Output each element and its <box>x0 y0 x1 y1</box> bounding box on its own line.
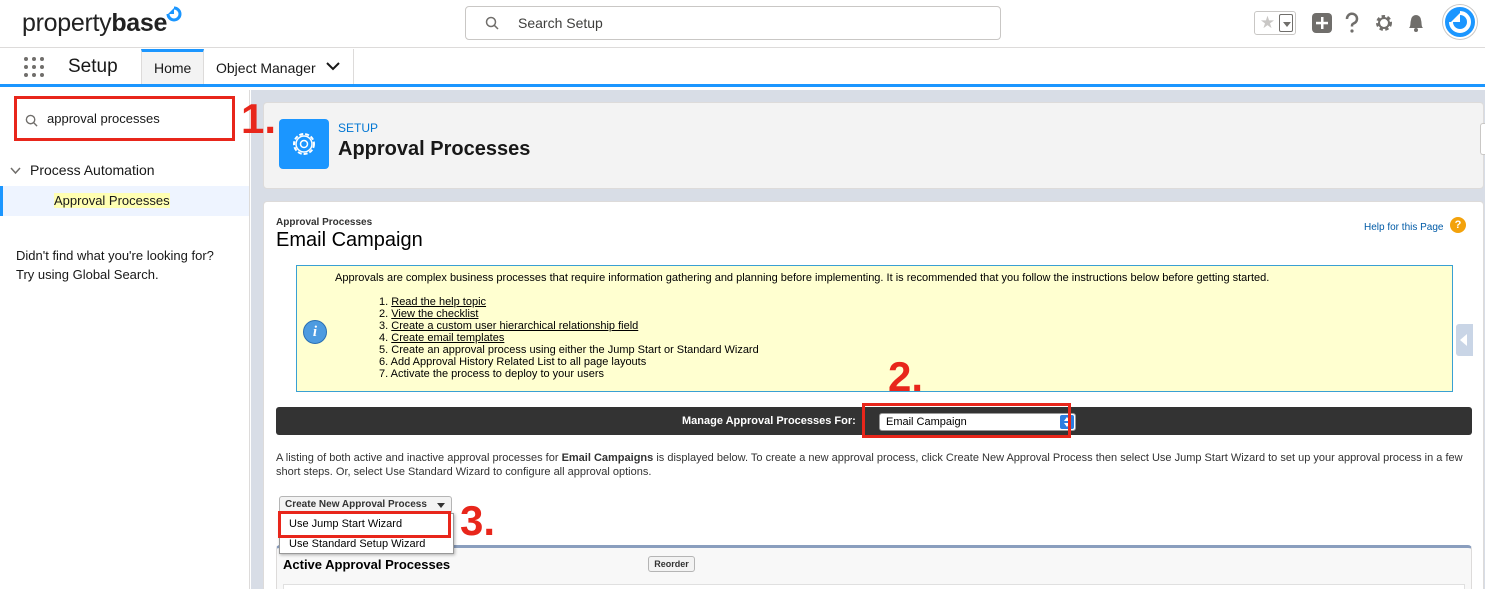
info-box: i Approvals are complex business process… <box>296 265 1453 392</box>
manage-label: Manage Approval Processes For: <box>682 415 856 427</box>
tree-item-approval-processes[interactable]: Approval Processes <box>0 186 249 216</box>
avatar-logo-icon <box>1449 11 1471 33</box>
step-item: 6. Add Approval History Related List to … <box>379 356 647 368</box>
menu-item-label: Use Standard Setup Wizard <box>289 538 426 550</box>
add-icon[interactable] <box>1311 12 1333 34</box>
step-link-help-topic[interactable]: Read the help topic <box>391 296 486 308</box>
page-header-kicker[interactable]: SETUP <box>338 121 378 135</box>
star-icon: ★ <box>1259 13 1276 32</box>
app-root: propertybase Search Setup ★ Setup Home O… <box>0 0 1485 589</box>
info-intro-text: Approvals are complex business processes… <box>335 272 1270 284</box>
not-found-line-2: Try using Global Search. <box>16 267 159 282</box>
tree-item-label: Approval Processes <box>54 193 170 208</box>
active-approval-processes-section: Active Approval Processes Reorder <box>276 545 1472 589</box>
search-placeholder: Search Setup <box>518 15 603 31</box>
active-approval-title: Active Approval Processes <box>283 557 451 572</box>
tab-home[interactable]: Home <box>141 49 204 84</box>
app-launcher-icon[interactable] <box>24 57 46 79</box>
callout-number-2: 2. <box>888 353 924 400</box>
tree-category-label: Process Automation <box>30 162 155 178</box>
info-icon: i <box>303 320 327 344</box>
step-link-hierarchical-field[interactable]: Create a custom user hierarchical relati… <box>391 320 638 332</box>
callout-number-1: 1. <box>241 95 277 142</box>
help-question-icon[interactable]: ? <box>1450 217 1466 233</box>
reorder-button[interactable]: Reorder <box>648 556 695 572</box>
description-text: A listing of both active and inactive ap… <box>276 452 1463 478</box>
chevron-down-icon <box>10 167 21 175</box>
step-item: 2. View the checklist <box>379 308 479 320</box>
tab-object-manager[interactable]: Object Manager <box>204 49 354 84</box>
search-icon <box>485 16 499 30</box>
logo-text-light: property <box>22 9 112 37</box>
page-header-edge-handle[interactable] <box>1480 123 1485 155</box>
favorites-dropdown-icon[interactable] <box>1279 14 1293 32</box>
callout-number-3: 3. <box>460 497 496 544</box>
step-link-email-templates[interactable]: Create email templates <box>391 332 504 344</box>
setup-gear-icon <box>279 119 329 169</box>
search-icon <box>25 114 38 127</box>
app-name: Setup <box>68 56 118 77</box>
collapse-side-tab[interactable] <box>1456 324 1473 356</box>
not-found-line-1: Didn't find what you're looking for? <box>16 248 214 263</box>
notifications-bell-icon[interactable] <box>1405 12 1427 34</box>
step-item: 1. Read the help topic <box>379 296 487 308</box>
active-approval-table <box>283 584 1465 589</box>
tab-home-label: Home <box>154 60 192 76</box>
setup-sidebar: approval processes Process Automation Ap… <box>0 90 250 589</box>
logo-text-bold: base <box>111 9 168 37</box>
step-item: 4. Create email templates <box>379 332 505 344</box>
step-link-checklist[interactable]: View the checklist <box>391 308 478 320</box>
callout-box-2 <box>862 403 1071 438</box>
content-kicker: Approval Processes <box>276 217 373 228</box>
user-avatar[interactable] <box>1443 5 1477 39</box>
step-item: 7. Activate the process to deploy to you… <box>379 368 605 380</box>
help-for-this-page-link[interactable]: Help for this Page <box>1364 222 1444 233</box>
favorites-button[interactable]: ★ <box>1254 11 1296 35</box>
callout-box-3 <box>278 511 451 538</box>
global-search-input[interactable]: Search Setup <box>465 6 1001 40</box>
quick-find-input[interactable]: approval processes <box>14 96 235 141</box>
content-title: Email Campaign <box>276 229 423 251</box>
step-text: Add Approval History Related List to all… <box>390 356 647 368</box>
help-icon[interactable] <box>1341 12 1363 34</box>
create-button-label: Create New Approval Process <box>285 499 427 510</box>
context-nav-bar: Setup Home Object Manager <box>0 49 1485 87</box>
chevron-down-icon[interactable] <box>326 61 340 71</box>
step-text: Activate the process to deploy to your u… <box>390 368 605 380</box>
gear-icon[interactable] <box>1373 12 1395 34</box>
step-text: Create an approval process using either … <box>391 344 759 356</box>
tab-object-manager-label: Object Manager <box>216 60 316 76</box>
global-header: propertybase Search Setup ★ <box>0 0 1485 48</box>
page-header: SETUP Approval Processes <box>263 102 1485 189</box>
page-title: Approval Processes <box>338 138 531 160</box>
step-item: 3. Create a custom user hierarchical rel… <box>379 320 639 332</box>
logo-mark-icon <box>166 6 182 22</box>
step-item: 5. Create an approval process using eith… <box>379 344 759 356</box>
steps-list: 1. Read the help topic 2. View the check… <box>379 296 759 380</box>
not-found-hint: Didn't find what you're looking for? Try… <box>16 246 241 284</box>
quick-find-value: approval processes <box>47 111 160 126</box>
logo[interactable]: propertybase <box>22 9 167 38</box>
